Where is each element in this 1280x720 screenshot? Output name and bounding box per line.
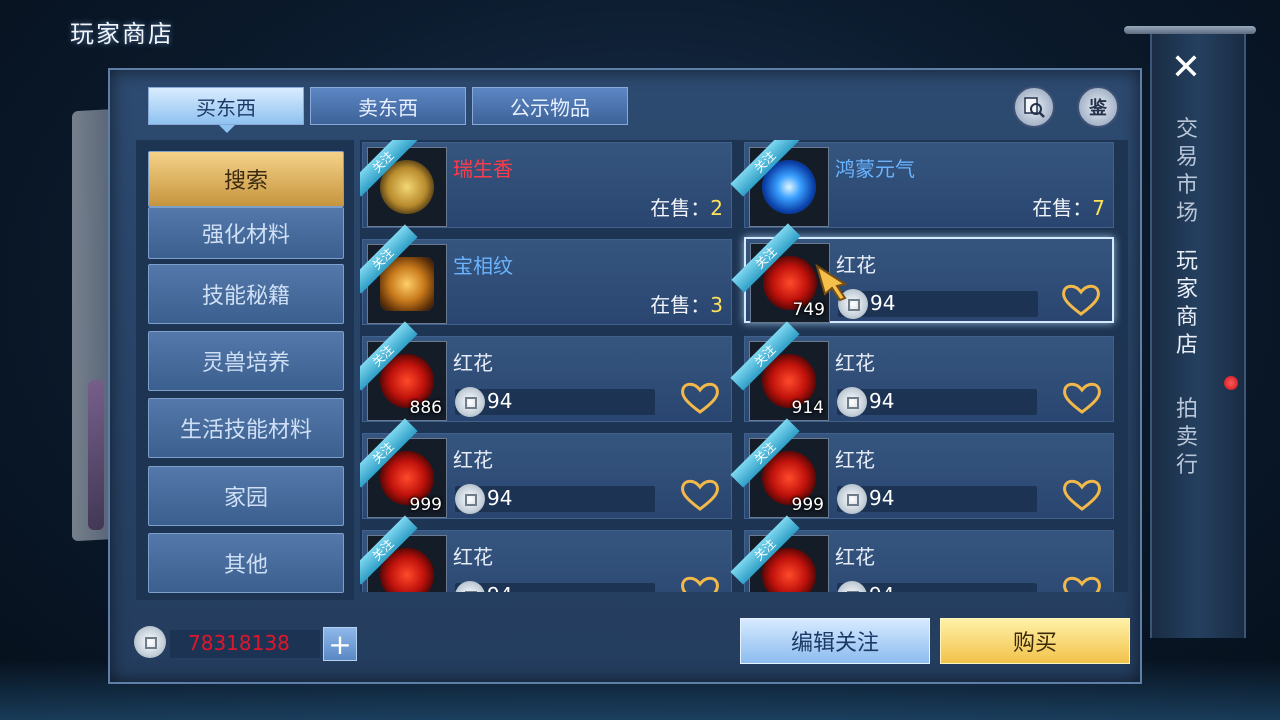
price-bar — [838, 291, 1038, 317]
heart-icon[interactable] — [679, 478, 721, 512]
stack-count: 999 — [409, 495, 442, 515]
heart-icon[interactable] — [1061, 478, 1103, 512]
category-pet-training[interactable]: 灵兽培养 — [148, 331, 344, 391]
nav-auction-house[interactable]: 拍卖行 — [1173, 396, 1201, 480]
coin-icon — [134, 626, 166, 658]
category-skill-books[interactable]: 技能秘籍 — [148, 264, 344, 324]
item-price: 94 — [487, 583, 512, 592]
edit-follow-button[interactable]: 编辑关注 — [740, 618, 930, 664]
heart-icon[interactable] — [679, 381, 721, 415]
heart-icon[interactable] — [1060, 283, 1102, 317]
coin-icon — [837, 387, 867, 417]
price-bar — [837, 486, 1037, 512]
nav-player-shop[interactable]: 玩家商店 — [1173, 248, 1201, 360]
category-life-skill-materials[interactable]: 生活技能材料 — [148, 398, 344, 458]
item-grid[interactable]: 关注 瑞生香 在售：2 关注 鸿蒙元气 在售：7 关注 宝相纹 在售：3 749… — [360, 140, 1128, 592]
item-card[interactable]: 关注 红花 94 — [360, 515, 732, 592]
onsale-label: 在售： — [1032, 196, 1093, 220]
stack-count: 749 — [792, 300, 825, 320]
onsale-label: 在售： — [650, 196, 711, 220]
item-price: 94 — [869, 583, 894, 592]
onsale-text: 在售：3 — [650, 289, 723, 318]
item-card[interactable]: 关注 鸿蒙元气 在售：7 — [730, 140, 1114, 228]
search-scroll-icon[interactable] — [1013, 86, 1055, 128]
appraise-button[interactable]: 鉴 — [1077, 86, 1119, 128]
add-currency-button[interactable]: + — [323, 627, 357, 661]
coin-icon — [837, 484, 867, 514]
magnifier-icon — [1024, 97, 1045, 118]
item-card[interactable]: 关注 宝相纹 在售：3 — [360, 224, 732, 325]
price-bar — [455, 486, 655, 512]
stack-count: 886 — [409, 398, 442, 418]
notification-dot — [1224, 376, 1238, 390]
onsale-label: 在售： — [650, 293, 711, 317]
item-name: 红花 — [835, 448, 875, 472]
item-price: 94 — [487, 389, 513, 413]
onsale-text: 在售：7 — [1032, 192, 1105, 221]
stack-count: 914 — [791, 398, 824, 418]
heart-icon[interactable] — [679, 575, 721, 592]
item-name: 鸿蒙元气 — [835, 157, 915, 181]
item-card[interactable]: 999 关注 红花 94 — [730, 418, 1114, 519]
price-bar — [455, 389, 655, 415]
item-name: 红花 — [453, 351, 493, 375]
onsale-count: 2 — [710, 196, 723, 220]
heart-icon[interactable] — [1061, 381, 1103, 415]
item-card[interactable]: 关注 红花 94 — [730, 515, 1114, 592]
tab-sell[interactable]: 卖东西 — [310, 87, 466, 125]
item-price: 94 — [870, 291, 896, 315]
buy-button[interactable]: 购买 — [940, 618, 1130, 664]
item-name: 红花 — [835, 545, 875, 569]
item-name: 红花 — [453, 545, 493, 569]
page-title: 玩家商店 — [70, 20, 174, 48]
price-bar — [837, 389, 1037, 415]
item-price: 94 — [869, 486, 895, 510]
category-home[interactable]: 家园 — [148, 466, 344, 526]
item-card[interactable]: 关注 瑞生香 在售：2 — [360, 140, 732, 228]
pointer-cursor-icon — [815, 263, 848, 302]
onsale-count: 3 — [710, 293, 723, 317]
item-price: 94 — [487, 486, 513, 510]
tab-public-items[interactable]: 公示物品 — [472, 87, 628, 125]
category-search[interactable]: 搜索 — [148, 151, 344, 207]
item-card[interactable]: 914 关注 红花 94 — [730, 321, 1114, 422]
price-bar — [837, 583, 1037, 592]
coin-icon — [455, 484, 485, 514]
category-other[interactable]: 其他 — [148, 533, 344, 593]
coin-icon — [455, 387, 485, 417]
item-name: 红花 — [835, 351, 875, 375]
item-card-selected[interactable]: 749 关注 红花 94 — [731, 223, 1114, 323]
item-name: 红花 — [453, 448, 493, 472]
close-icon[interactable]: ✕ — [1168, 50, 1204, 86]
item-name: 瑞生香 — [453, 157, 513, 181]
scroll-rod — [1124, 26, 1256, 34]
nav-trading-market[interactable]: 交易市场 — [1173, 116, 1201, 228]
heart-icon[interactable] — [1061, 575, 1103, 592]
item-name: 宝相纹 — [453, 254, 513, 278]
onsale-count: 7 — [1092, 196, 1105, 220]
stack-count: 999 — [791, 495, 824, 515]
item-card[interactable]: 999 关注 红花 94 — [360, 418, 732, 519]
price-bar — [455, 583, 655, 592]
item-card[interactable]: 886 关注 红花 94 — [360, 321, 732, 422]
onsale-text: 在售：2 — [650, 192, 723, 221]
tab-buy[interactable]: 买东西 — [148, 87, 304, 133]
item-price: 94 — [869, 389, 895, 413]
category-enhance-materials[interactable]: 强化材料 — [148, 207, 344, 259]
tassel-decoration — [88, 380, 104, 530]
currency-amount: 78318138 — [188, 631, 290, 655]
